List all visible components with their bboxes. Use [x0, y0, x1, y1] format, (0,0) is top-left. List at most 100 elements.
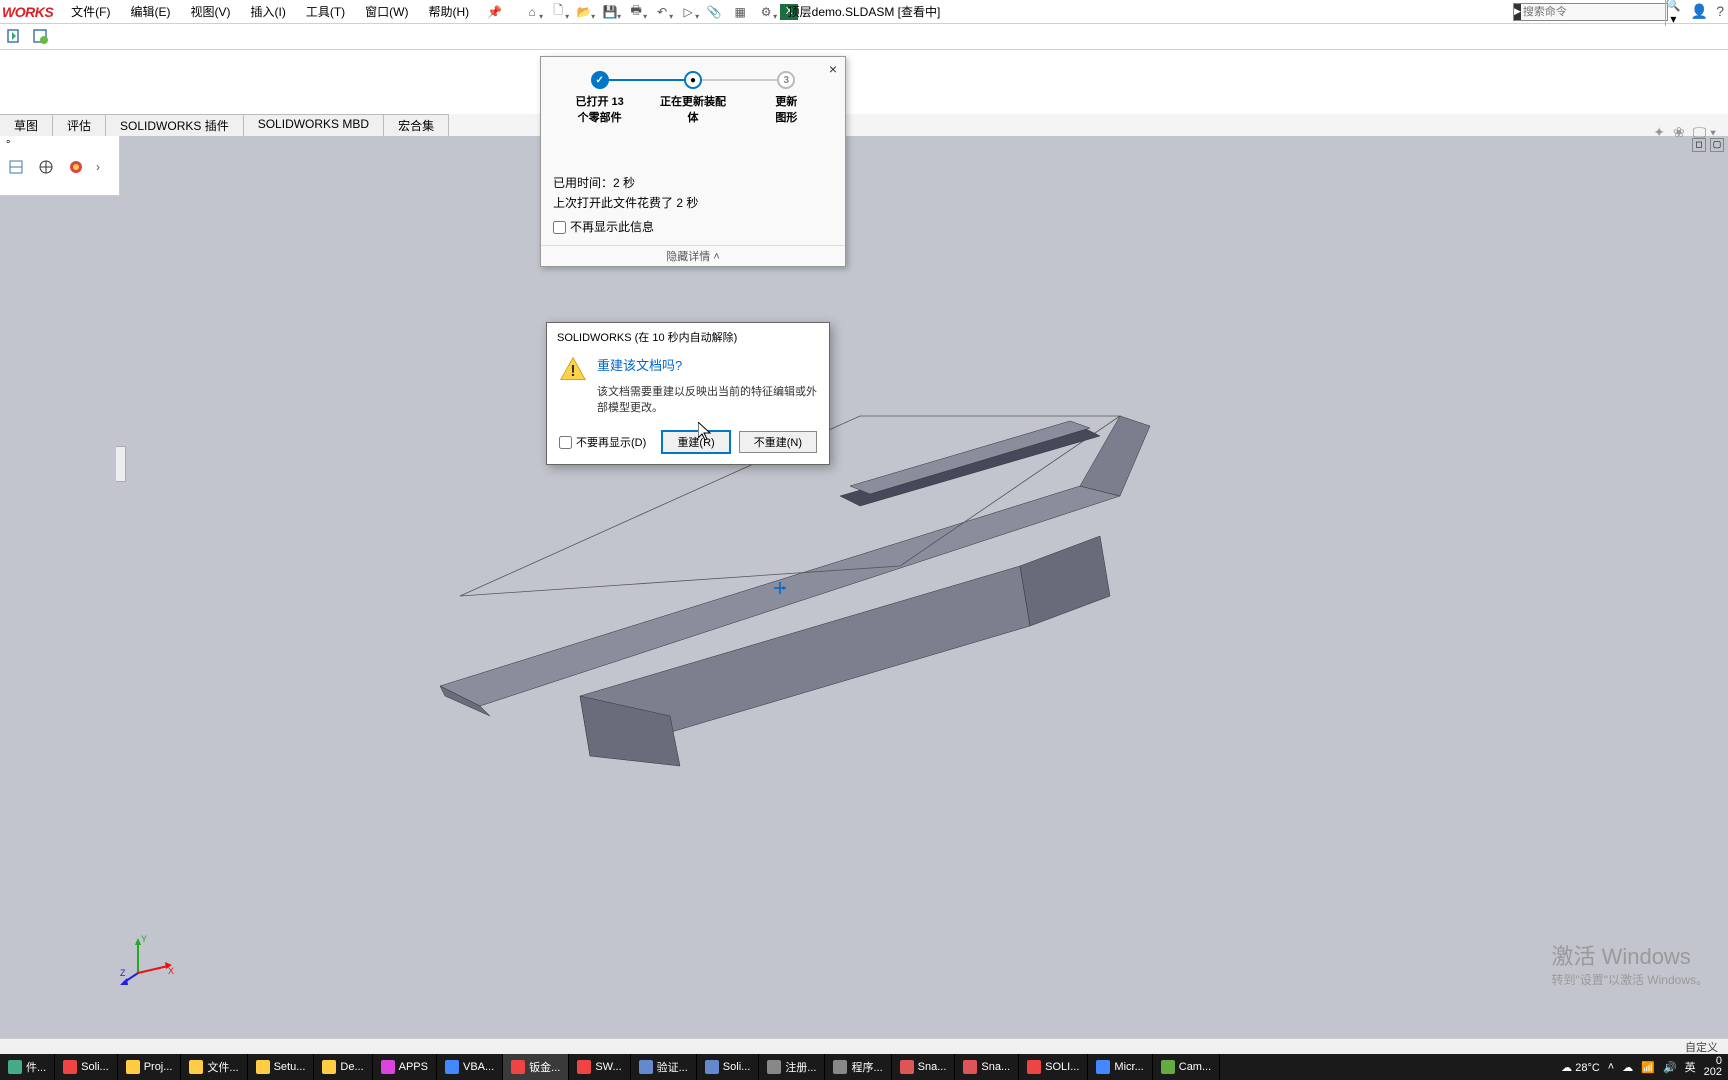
rebuild-button[interactable]: 重建(R) [661, 430, 730, 454]
feature-tree-panel: ° › [0, 136, 120, 196]
taskbar-item-4[interactable]: Setu... [248, 1054, 315, 1080]
tree-tab-2[interactable] [36, 157, 56, 177]
dialog-dont-show[interactable]: 不要再显示(D) [559, 434, 646, 450]
taskbar-app-icon [767, 1060, 781, 1074]
search-input[interactable] [1521, 6, 1665, 18]
home-icon[interactable]: ⌂▾ [520, 2, 544, 22]
taskbar-item-6[interactable]: APPS [373, 1054, 437, 1080]
taskbar-item-15[interactable]: Sna... [955, 1054, 1019, 1080]
undo-icon[interactable]: ↶▾ [650, 2, 674, 22]
open-icon[interactable]: 📂▾ [572, 2, 596, 22]
tab-evaluate[interactable]: 评估 [53, 114, 106, 136]
tab-plugins[interactable]: SOLIDWORKS 插件 [106, 114, 244, 136]
new-doc-icon[interactable]: 🗋▾ [546, 2, 570, 22]
taskbar-item-10[interactable]: 验证... [631, 1054, 697, 1080]
taskbar-app-icon [1027, 1060, 1041, 1074]
step1-label2: 个零部件 [578, 109, 622, 125]
menu-tools[interactable]: 工具(T) [296, 3, 355, 20]
save-icon[interactable]: 💾▾ [598, 2, 622, 22]
taskbar-item-14[interactable]: Sna... [892, 1054, 956, 1080]
dialog-question: 重建该文档吗? [597, 355, 817, 374]
taskbar-item-label: Micr... [1114, 1061, 1143, 1073]
taskbar-app-icon [126, 1060, 140, 1074]
taskbar-item-0[interactable]: 件... [0, 1054, 55, 1080]
menu-insert[interactable]: 插入(I) [241, 3, 296, 20]
dialog-title: SOLIDWORKS (在 10 秒内自动解除) [547, 323, 829, 349]
menu-edit[interactable]: 编辑(E) [121, 3, 181, 20]
tray-ime[interactable]: 英 [1685, 1059, 1696, 1075]
help-icon[interactable]: ? [1716, 3, 1724, 20]
left-collapse-handle[interactable] [116, 446, 126, 482]
menu-help[interactable]: 帮助(H) [418, 3, 479, 20]
taskbar-item-17[interactable]: Micr... [1088, 1054, 1152, 1080]
watermark-line2: 转到"设置"以激活 Windows。 [1551, 971, 1708, 988]
select-icon[interactable]: ▷▾ [676, 2, 700, 22]
svg-text:Z: Z [120, 968, 126, 978]
attach-icon[interactable]: 📎 [702, 2, 726, 22]
taskbar-item-13[interactable]: 程序... [825, 1054, 891, 1080]
dont-show-checkbox[interactable]: 不再显示此信息 [553, 217, 833, 237]
taskbar-item-7[interactable]: VBA... [437, 1054, 503, 1080]
vp-max-icon[interactable]: ▢ [1710, 138, 1724, 152]
tree-expand-icon[interactable]: › [96, 160, 100, 174]
progress-steps: ✓ 已打开 13 个零部件 ● 正在更新装配 体 3 更新 图形 [541, 57, 845, 133]
tree-tab-1[interactable] [6, 157, 26, 177]
taskbar-item-label: 验证... [657, 1059, 688, 1075]
tray-chevron-icon[interactable]: ˄ [1608, 1061, 1614, 1073]
dialog-text: 重建该文档吗? 该文档需要重建以反映出当前的特征编辑或外部模型更改。 [597, 355, 817, 416]
taskbar-item-label: Cam... [1179, 1061, 1211, 1073]
taskbar-item-18[interactable]: Cam... [1153, 1054, 1220, 1080]
tree-tabs: › [0, 154, 119, 180]
menu-view[interactable]: 视图(V) [181, 3, 241, 20]
tree-tab-3[interactable] [66, 157, 86, 177]
taskbar-item-8[interactable]: 钣金... [503, 1054, 569, 1080]
taskbar-item-label: De... [340, 1061, 363, 1073]
hide-detail-label: 隐藏详情 [666, 251, 710, 263]
vp-restore-icon[interactable]: ◻ [1692, 138, 1706, 152]
hide-detail-toggle[interactable]: 隐藏详情 ˄ [541, 245, 845, 266]
status-custom[interactable]: 自定义 [1685, 1039, 1718, 1055]
tray-cloud-icon[interactable]: ☁ [1622, 1061, 1633, 1074]
taskbar-item-5[interactable]: De... [314, 1054, 372, 1080]
qa-icon-2[interactable] [32, 28, 50, 46]
vp-icon-1[interactable]: ✦ [1653, 124, 1665, 141]
pin-icon[interactable]: 📌 [479, 5, 510, 19]
dont-show-check[interactable] [553, 221, 566, 234]
taskbar-item-1[interactable]: Soli... [55, 1054, 118, 1080]
viewport-top-right: ◻ ▢ [1692, 138, 1724, 152]
step-connector-1 [603, 79, 695, 81]
tray-volume-icon[interactable]: 🔊 [1663, 1061, 1677, 1074]
dialog-dont-show-check[interactable] [559, 436, 572, 449]
taskbar-item-12[interactable]: 注册... [759, 1054, 825, 1080]
grid-icon[interactable]: ▦ [728, 2, 752, 22]
tab-mbd[interactable]: SOLIDWORKS MBD [244, 114, 384, 136]
menu-file[interactable]: 文件(F) [61, 3, 120, 20]
svg-text:!: ! [570, 363, 575, 380]
weather-widget[interactable]: ☁ 28°C [1561, 1061, 1600, 1074]
tray-time[interactable]: 0202 [1704, 1056, 1722, 1078]
qa-icon-1[interactable] [6, 28, 24, 46]
menu-window[interactable]: 窗口(W) [355, 3, 418, 20]
user-icon[interactable]: 👤 [1691, 3, 1708, 20]
search-icon[interactable]: 🔍▾ [1665, 0, 1681, 26]
command-search[interactable]: ▶ 🔍▾ [1513, 3, 1668, 21]
tab-sketch[interactable]: 草图 [0, 114, 53, 136]
windows-activation-watermark: 激活 Windows 转到"设置"以激活 Windows。 [1551, 939, 1708, 988]
print-icon[interactable]: 🖶▾ [624, 2, 648, 22]
graphics-viewport[interactable]: ✦ ❀ 🖵 ▾ ◻ ▢ ° › [0, 136, 1728, 1038]
taskbar-item-11[interactable]: Soli... [697, 1054, 760, 1080]
no-rebuild-button[interactable]: 不重建(N) [739, 431, 817, 453]
command-tabs: 草图 评估 SOLIDWORKS 插件 SOLIDWORKS MBD 宏合集 [0, 114, 1728, 136]
taskbar-item-16[interactable]: SOLI... [1019, 1054, 1088, 1080]
menu-items: 文件(F) 编辑(E) 视图(V) 插入(I) 工具(T) 窗口(W) 帮助(H… [61, 3, 479, 20]
loading-progress-popup: × ✓ 已打开 13 个零部件 ● 正在更新装配 体 3 更新 图形 已用时间：… [540, 56, 846, 267]
vp-icon-2[interactable]: ❀ [1673, 124, 1685, 141]
taskbar-item-2[interactable]: Proj... [118, 1054, 182, 1080]
taskbar-item-9[interactable]: SW... [569, 1054, 630, 1080]
tab-macros[interactable]: 宏合集 [384, 114, 449, 136]
tray-wifi-icon[interactable]: 📶 [1641, 1061, 1655, 1074]
taskbar-item-label: Proj... [144, 1061, 173, 1073]
taskbar-app-icon [63, 1060, 77, 1074]
options-icon[interactable]: ⚙▾ [754, 2, 778, 22]
taskbar-item-3[interactable]: 文件... [181, 1054, 247, 1080]
